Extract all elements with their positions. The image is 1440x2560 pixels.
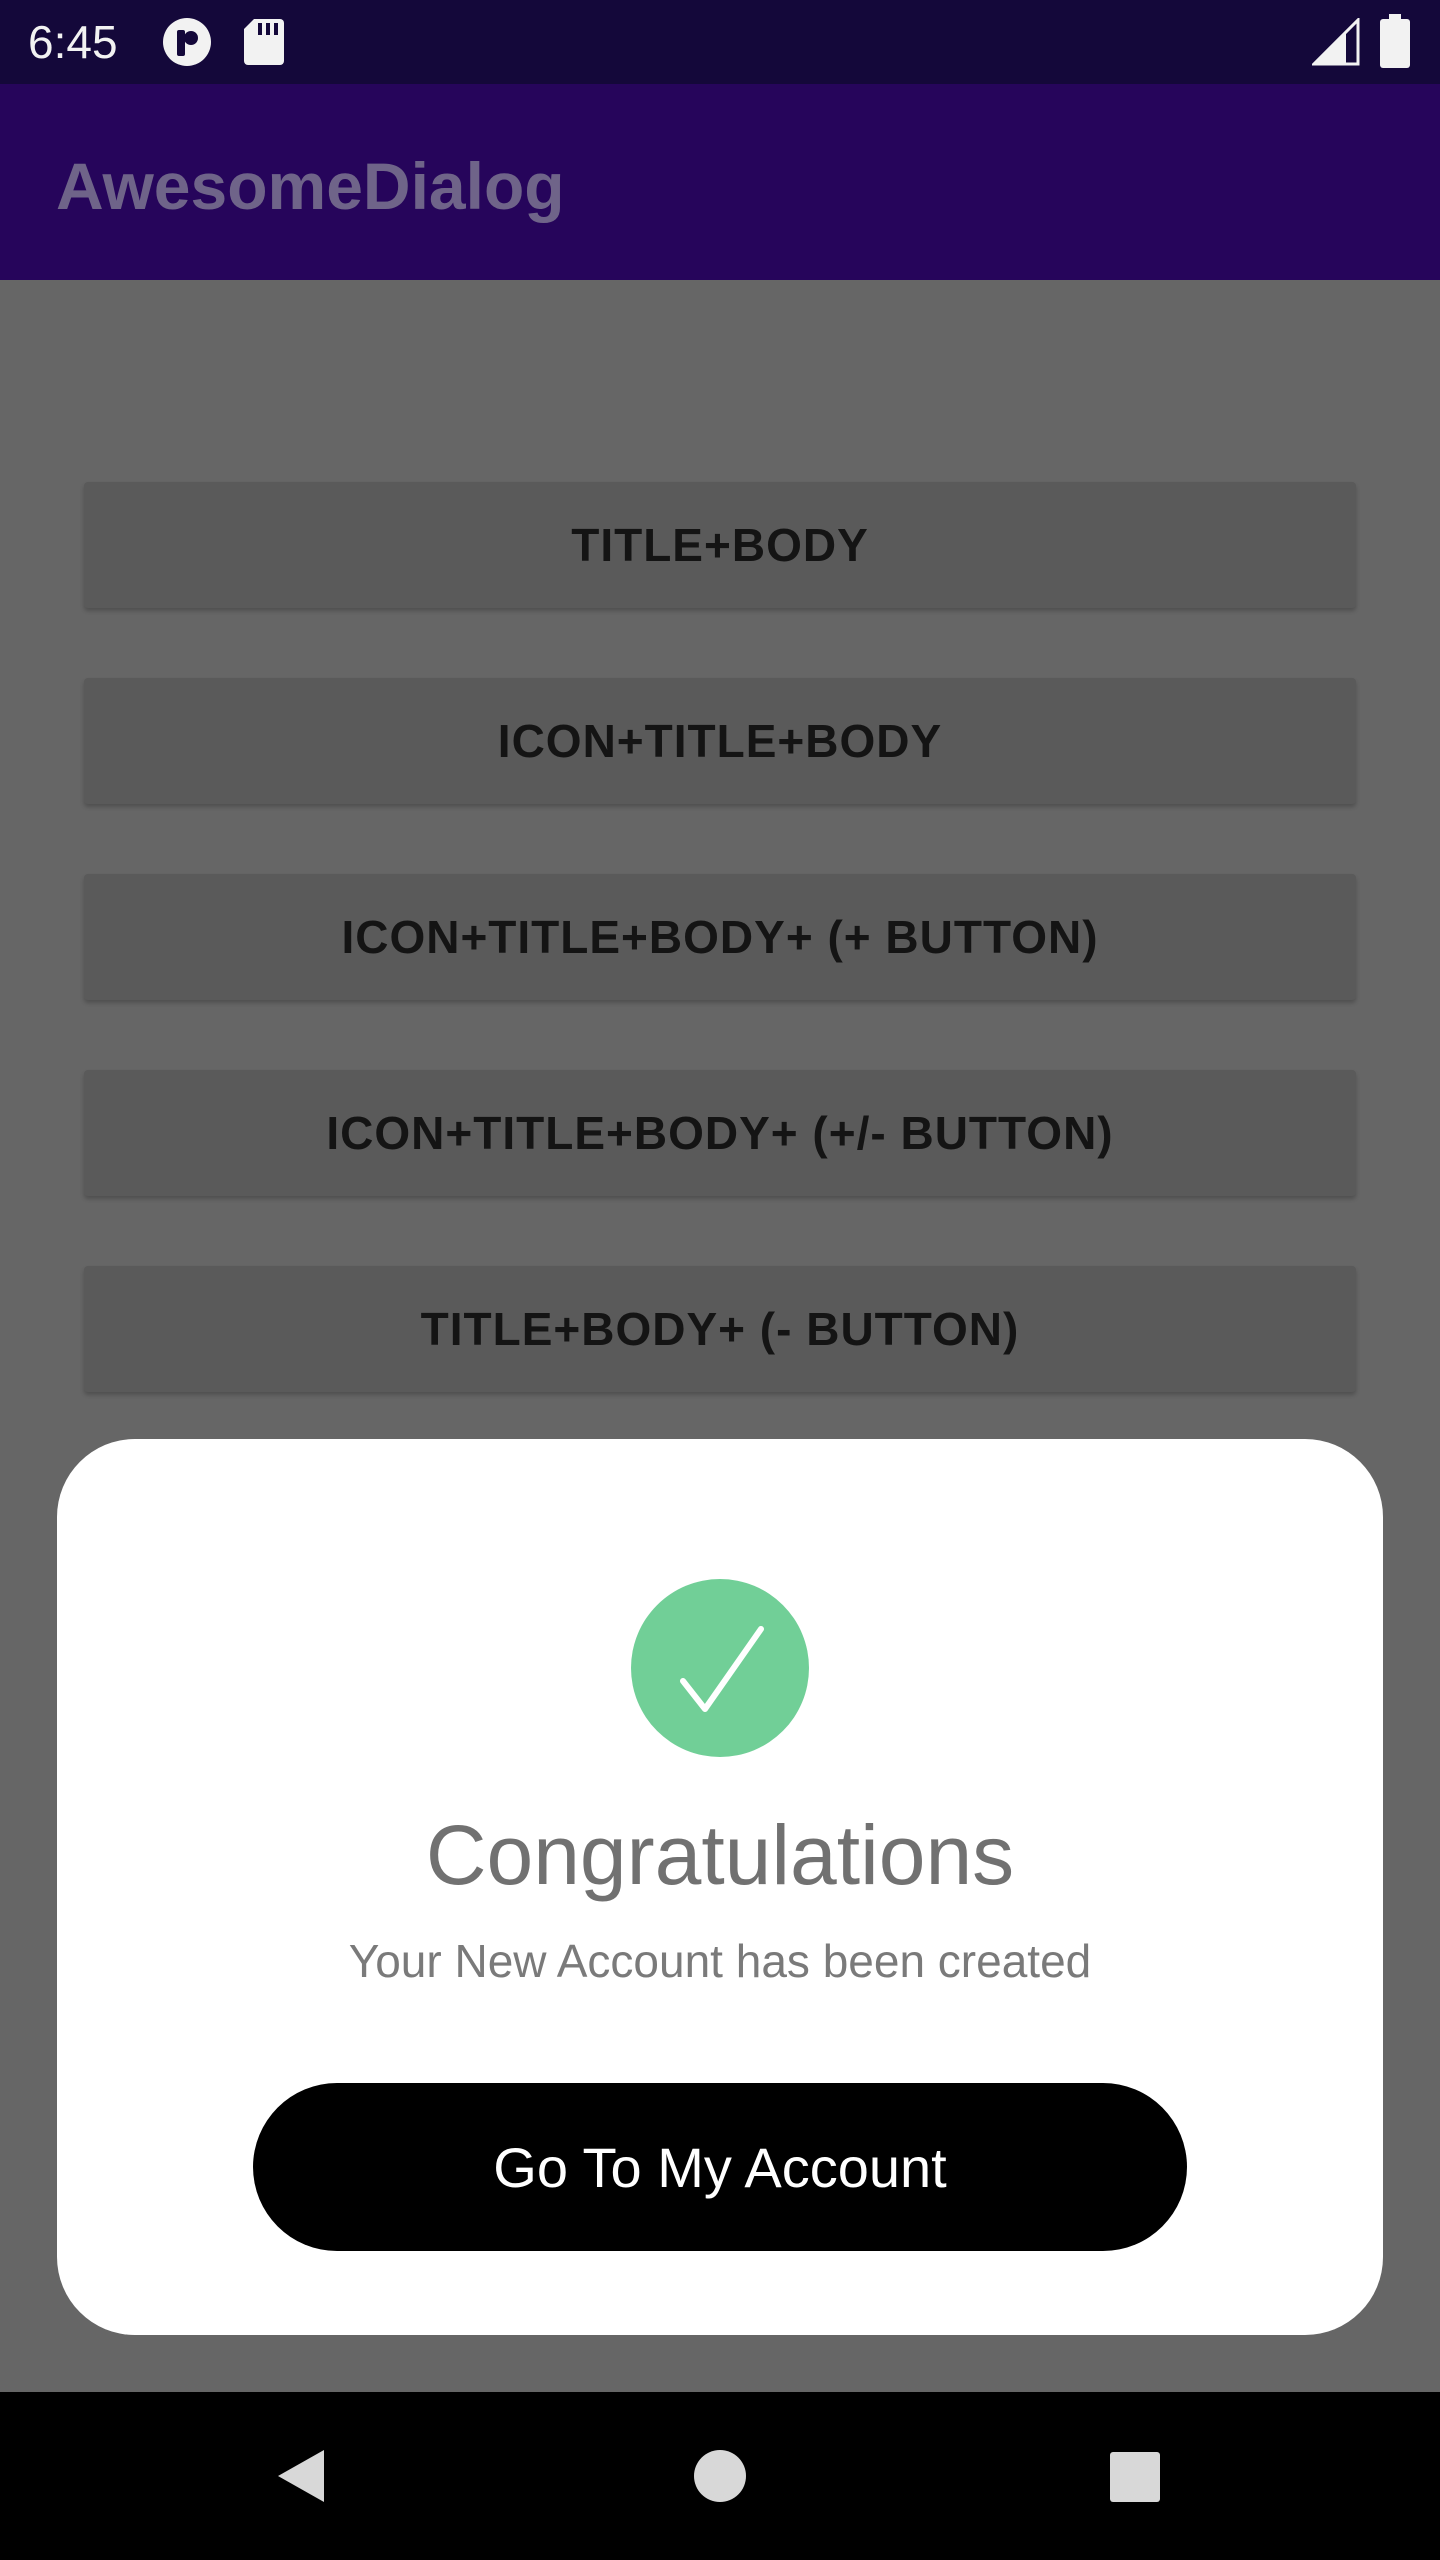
dialog-body: Your New Account has been created xyxy=(348,1935,1092,1987)
app-bar: AwesomeDialog xyxy=(0,84,1440,280)
status-bar: 6:45 xyxy=(0,0,1440,84)
signal-icon xyxy=(1312,18,1360,66)
home-button[interactable] xyxy=(636,2392,804,2560)
status-time: 6:45 xyxy=(28,16,118,68)
navigation-bar xyxy=(0,2392,1440,2560)
app-title: AwesomeDialog xyxy=(56,149,565,223)
sd-card-icon xyxy=(244,19,284,65)
back-button[interactable] xyxy=(216,2392,384,2560)
title-body-button[interactable]: TITLE+BODY xyxy=(84,482,1356,608)
title-body-negative-button[interactable]: TITLE+BODY+ (- BUTTON) xyxy=(84,1266,1356,1392)
icon-title-body-positive-button[interactable]: ICON+TITLE+BODY+ (+ BUTTON) xyxy=(84,874,1356,1000)
notification-app-icon xyxy=(163,18,211,66)
icon-title-body-positive-negative-button[interactable]: ICON+TITLE+BODY+ (+/- BUTTON) xyxy=(84,1070,1356,1196)
battery-icon xyxy=(1380,14,1410,68)
success-dialog: Congratulations Your New Account has bee… xyxy=(57,1439,1383,2335)
back-icon xyxy=(278,2450,324,2502)
dialog-title: Congratulations xyxy=(425,1808,1015,1902)
recents-button[interactable] xyxy=(1050,2392,1218,2560)
recents-icon xyxy=(1110,2452,1160,2502)
home-icon xyxy=(694,2450,746,2502)
go-to-account-button[interactable]: Go To My Account xyxy=(253,2083,1187,2251)
icon-title-body-button[interactable]: ICON+TITLE+BODY xyxy=(84,678,1356,804)
check-icon xyxy=(680,1626,764,1712)
success-badge xyxy=(631,1579,809,1757)
